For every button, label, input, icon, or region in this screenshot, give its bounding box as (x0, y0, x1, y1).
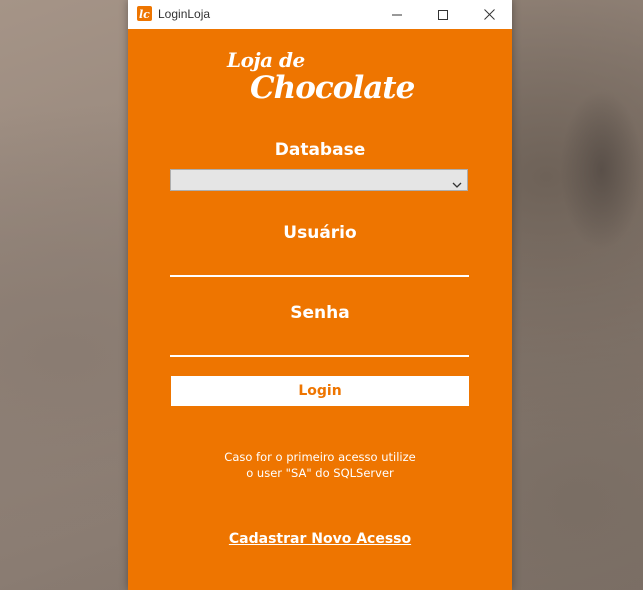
chevron-down-icon (451, 175, 463, 188)
title-bar[interactable]: lc LoginLoja (128, 0, 512, 29)
register-new-access-link[interactable]: Cadastrar Novo Acesso (128, 531, 512, 547)
logo-line-2: Chocolate (250, 70, 415, 106)
minimize-icon (392, 5, 402, 24)
app-logo-icon: lc (137, 6, 152, 21)
close-button[interactable] (466, 0, 512, 29)
database-label: Database (274, 140, 366, 160)
window-title: LoginLoja (158, 7, 211, 21)
database-select[interactable] (170, 169, 468, 191)
maximize-icon (438, 5, 448, 24)
logo-line-1: Loja de (227, 48, 305, 72)
password-input[interactable] (170, 331, 469, 357)
password-label: Senha (290, 303, 350, 323)
svg-text:lc: lc (139, 8, 150, 21)
minimize-button[interactable] (374, 0, 420, 29)
store-logo: Loja de Chocolate (224, 48, 424, 110)
first-access-hint: Caso for o primeiro acesso utilize o use… (128, 449, 512, 481)
user-label: Usuário (283, 223, 357, 243)
hint-line-2: o user "SA" do SQLServer (246, 466, 394, 480)
close-icon (483, 5, 495, 24)
user-input[interactable] (170, 251, 469, 277)
maximize-button[interactable] (420, 0, 466, 29)
hint-line-1: Caso for o primeiro acesso utilize (224, 450, 416, 464)
login-window: lc LoginLoja Loja de Chocolate Database (128, 0, 512, 590)
login-button[interactable]: Login (171, 376, 469, 406)
